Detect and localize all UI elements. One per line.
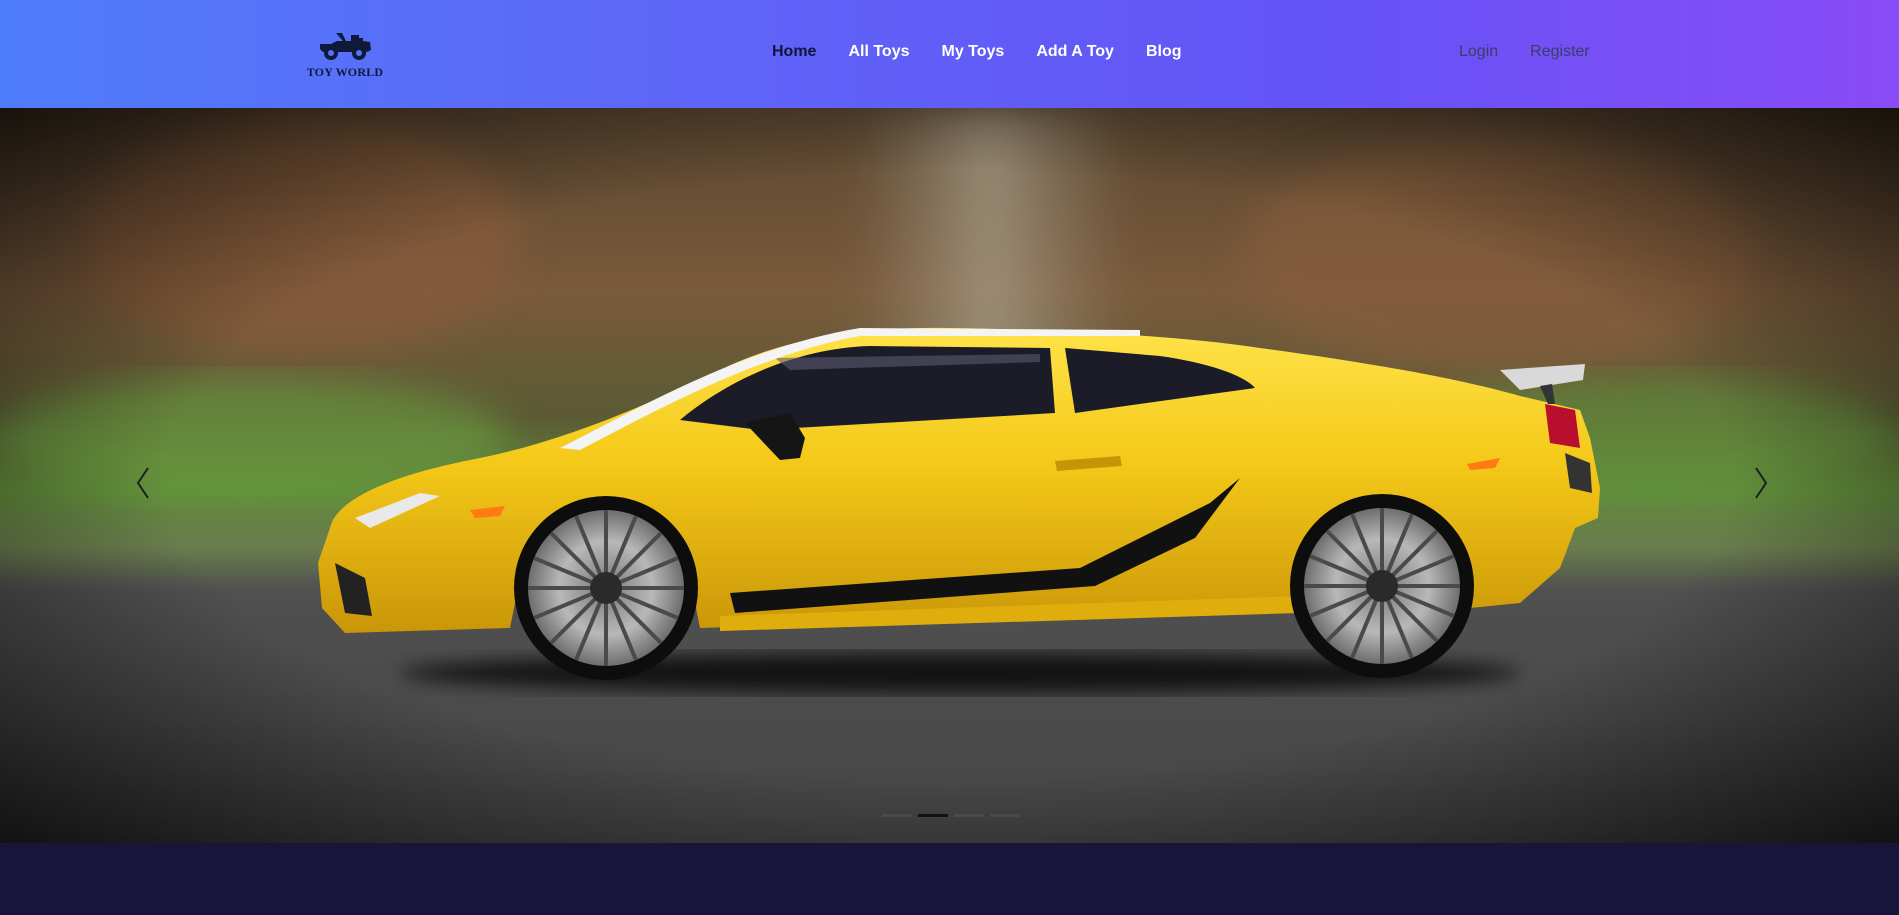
carousel-next-button[interactable] <box>1740 458 1780 508</box>
chevron-left-icon <box>136 467 149 499</box>
carousel-indicator-4[interactable] <box>990 814 1020 817</box>
brand-name: TOY WORLD <box>306 65 384 79</box>
yellow-sports-car-image <box>0 108 1899 843</box>
register-link[interactable]: Register <box>1530 43 1590 61</box>
nav-item-all-toys[interactable]: All Toys <box>848 43 909 61</box>
login-link[interactable]: Login <box>1459 43 1498 61</box>
nav-item-home[interactable]: Home <box>772 43 816 61</box>
main-nav: Home All Toys My Toys Add A Toy Blog <box>772 43 1214 61</box>
carousel-prev-button[interactable] <box>124 458 164 508</box>
nav-item-add-a-toy[interactable]: Add A Toy <box>1036 43 1114 61</box>
page-section-below-hero <box>0 843 1899 915</box>
chevron-right-icon <box>1755 467 1768 499</box>
carousel-indicator-1[interactable] <box>882 814 912 817</box>
auth-nav: Login Register <box>1459 43 1622 61</box>
top-navbar: TOY WORLD Home All Toys My Toys Add A To… <box>0 0 1899 108</box>
carousel-indicators <box>882 814 1026 817</box>
toy-jeep-icon <box>320 33 371 60</box>
carousel-indicator-2[interactable] <box>918 814 948 817</box>
hero-carousel <box>0 108 1899 843</box>
brand-logo[interactable]: TOY WORLD <box>303 30 387 84</box>
nav-item-my-toys[interactable]: My Toys <box>942 43 1005 61</box>
carousel-indicator-3[interactable] <box>954 814 984 817</box>
nav-item-blog[interactable]: Blog <box>1146 43 1182 61</box>
